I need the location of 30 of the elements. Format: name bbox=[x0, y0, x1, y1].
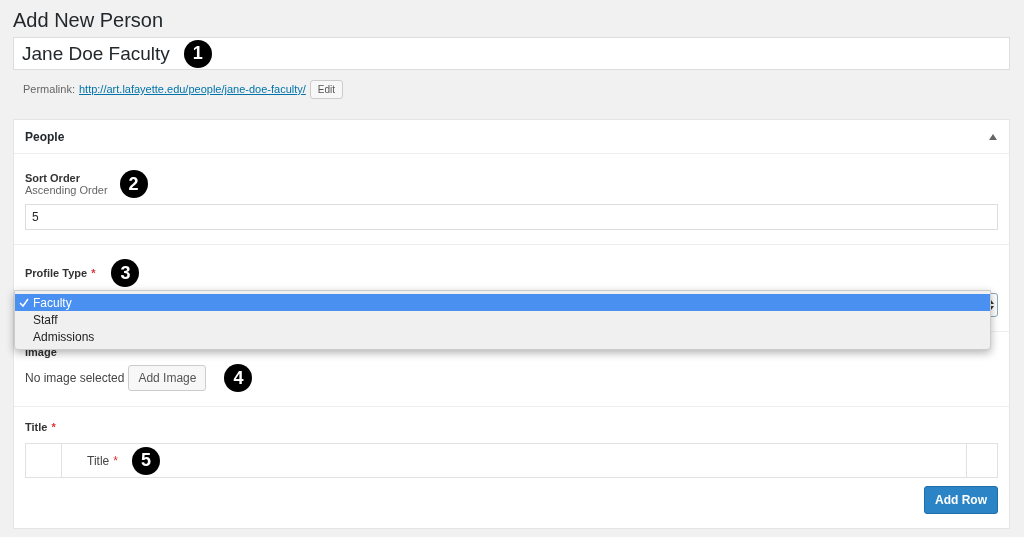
edit-button[interactable]: Edit bbox=[309, 79, 344, 99]
field-label: Title bbox=[25, 421, 48, 433]
page-title: Add New Person bbox=[13, 8, 165, 33]
permalink-link[interactable]: http://art.lafayette.edu/people/jane-doe-faculty/ bbox=[78, 83, 306, 95]
column-header: Title bbox=[87, 453, 110, 468]
required-mark: * bbox=[51, 421, 56, 433]
required-mark: * bbox=[113, 453, 118, 468]
collapse-icon[interactable] bbox=[989, 133, 997, 140]
field-label: Sort Order bbox=[25, 172, 81, 184]
callout-number: 3 bbox=[111, 259, 140, 287]
dropdown-option[interactable]: Admissions bbox=[15, 328, 990, 345]
check-icon bbox=[19, 297, 29, 308]
dropdown-option[interactable]: Staff bbox=[15, 311, 990, 328]
field-description: Ascending Order bbox=[25, 184, 108, 196]
panel-title: People bbox=[25, 129, 65, 144]
permalink-label: Permalink: bbox=[23, 83, 75, 95]
title-value: Jane Doe Faculty bbox=[22, 42, 170, 65]
callout-number: 5 bbox=[131, 446, 160, 475]
add-row-button[interactable]: Add Row bbox=[924, 486, 998, 514]
required-mark: * bbox=[91, 267, 96, 279]
title-field[interactable]: Jane Doe Faculty 1 bbox=[13, 37, 1010, 70]
image-status: No image selected bbox=[25, 371, 125, 385]
field-label: Profile Type bbox=[25, 267, 88, 279]
callout-number: 1 bbox=[183, 39, 212, 68]
field-label: Image bbox=[25, 346, 58, 358]
add-image-button[interactable]: Add Image bbox=[128, 365, 207, 391]
stepper-icon bbox=[988, 299, 994, 311]
sort-order-field[interactable]: 5 bbox=[25, 204, 998, 230]
callout-number: 2 bbox=[119, 170, 148, 198]
callout-number: 4 bbox=[224, 364, 253, 392]
